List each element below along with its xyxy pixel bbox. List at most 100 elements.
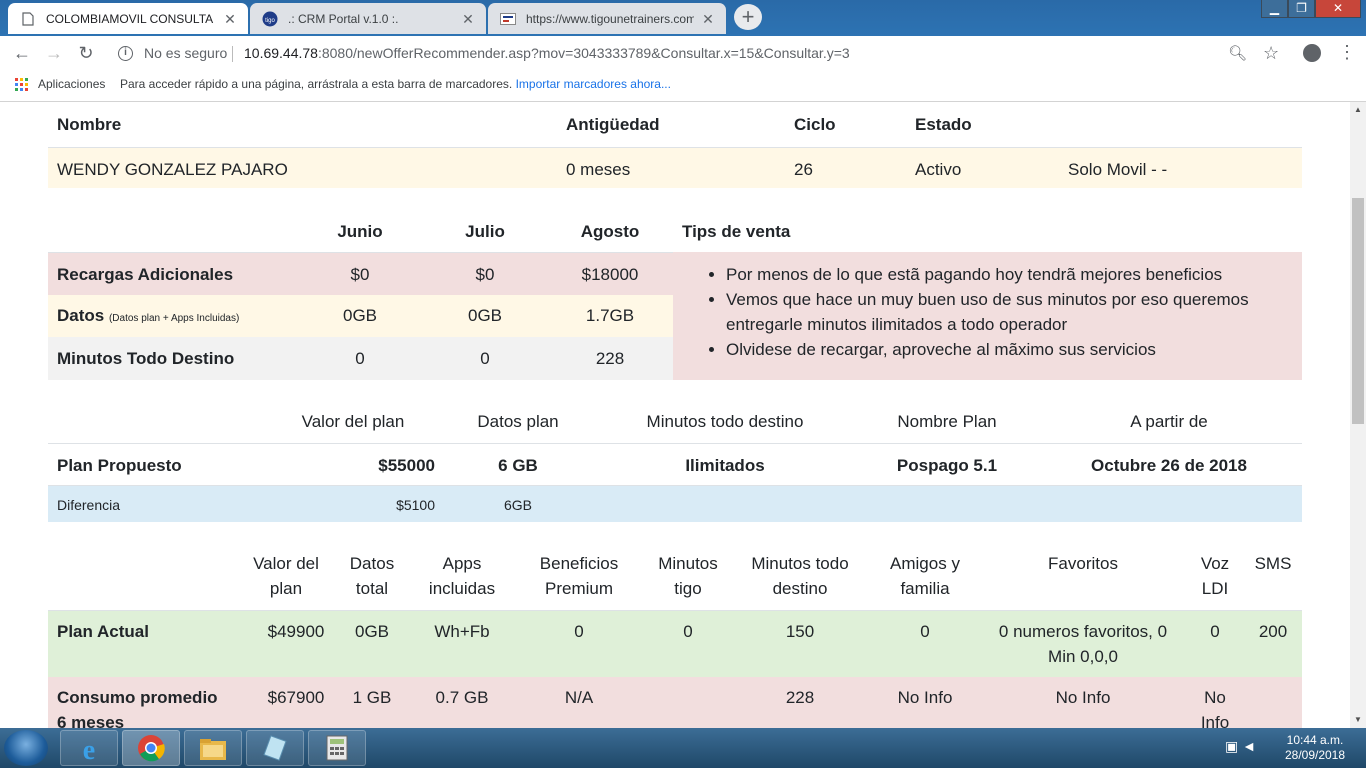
clock[interactable]: 10:44 a.m. 28/09/2018 [1270,733,1360,763]
header-line: Premium [544,579,613,598]
cell-sms: 200 [1258,622,1288,641]
reload-icon[interactable]: ↻ [73,41,99,65]
url-text[interactable]: 10.69.44.78:8080/newOfferRecommender.asp… [244,40,850,67]
bookmark-star-icon[interactable]: ☆ [1263,40,1279,67]
close-tab-icon[interactable]: ✕ [222,11,238,27]
proposal-header-row: Valor del plan Datos plan Minutos todo d… [48,401,1302,443]
cell-favorites: No Info [1055,688,1111,707]
cell-value: $0 [475,265,495,284]
cell-value: 0 [480,349,490,368]
document-icon [20,11,36,27]
calculator-app-icon[interactable] [308,730,366,766]
header-line: Apps [442,554,482,573]
proposal-row: Plan Propuesto $55000 6 GB Ilimitados Po… [48,443,1302,485]
close-tab-icon[interactable]: ✕ [460,11,476,27]
profile-avatar-icon[interactable] [1303,44,1321,62]
address-bar[interactable]: i No es seguro 10.69.44.78:8080/newOffer… [108,40,1298,67]
header-line: familia [900,579,950,598]
cell-data: 1 GB [352,688,392,707]
chrome-icon[interactable] [122,730,180,766]
row-label-text: Datos [57,306,105,325]
header-plan-data: Datos plan [477,412,559,431]
close-tab-icon[interactable]: ✕ [700,11,716,27]
close-window-button[interactable]: ✕ [1315,0,1361,18]
cell-tigo: 0 [683,622,693,641]
header-line: plan [269,579,303,598]
header-line: Minutos todo [751,554,849,573]
windows-taskbar: e ▣ ◄ 10:44 a.m. 28/09/2018 [0,728,1366,768]
tab-crm-portal[interactable]: tigo .: CRM Portal v.1.0 :. ✕ [250,3,486,34]
header-cycle: Ciclo [794,115,836,134]
tip-item: Olvidese de recargar, aproveche al mãxim… [726,337,1293,362]
header-premium: Beneficios Premium [524,551,634,601]
cell-value: $0 [350,265,370,284]
bookmarks-hint: Para acceder rápido a una página, arrást… [120,70,671,98]
apps-grid-icon[interactable] [15,78,28,91]
customer-cycle: 26 [794,160,813,179]
header-line: Beneficios [539,554,619,573]
minimize-button[interactable]: ▁ [1261,0,1288,18]
browser-toolbar: ← → ↻ i No es seguro 10.69.44.78:8080/ne… [0,36,1366,70]
network-icon[interactable]: ▣ [1225,738,1238,754]
header-tigo: Minutos tigo [648,551,728,601]
tip-item: Vemos que hace un muy buen uso de sus mi… [726,287,1293,337]
volume-icon[interactable]: ◄ [1242,738,1256,754]
tab-tigounetrainers[interactable]: https://www.tigounetrainers.com ✕ [488,3,726,34]
header-ldi: Voz LDI [1192,551,1238,601]
difference-row: Diferencia $5100 6GB [48,485,1302,522]
security-label[interactable]: No es seguro [144,40,227,67]
sales-tips-panel: Por menos de lo que estã pagando hoy ten… [673,252,1302,380]
page-scrollbar[interactable]: ▲ ▼ [1350,102,1366,728]
info-icon[interactable]: i [118,46,133,61]
cell-all: 228 [785,688,815,707]
divider [232,46,233,62]
cell-value: $18000 [581,265,639,284]
header-plan-from: A partir de [1130,412,1208,431]
customer-row: WENDY GONZALEZ PAJARO 0 meses 26 Activo … [48,147,1302,188]
cell-ldi: 0 [1210,622,1220,641]
new-tab-button[interactable]: + [734,4,762,30]
header-friends: Amigos y familia [875,551,975,601]
menu-icon[interactable]: ⋮ [1338,42,1356,63]
maximize-button[interactable]: ❐ [1288,0,1315,18]
cell-all: 150 [785,622,815,641]
customer-name: WENDY GONZALEZ PAJARO [57,160,288,179]
cell-ldi: No Info [1192,685,1238,728]
proposal-minutes: Ilimitados [685,456,765,475]
header-name: Nombre [57,115,122,134]
cell-value: 0 [355,349,365,368]
header-line: Valor del [253,554,319,573]
cell-value: 0GB [342,306,378,325]
import-bookmarks-link[interactable]: Importar marcadores ahora... [516,77,671,91]
tips-list: Por menos de lo que estã pagando hoy ten… [708,262,1293,362]
forward-arrow-icon[interactable]: → [41,41,67,65]
scrollbar-thumb[interactable] [1352,198,1364,424]
notes-app-icon[interactable] [246,730,304,766]
header-all: Minutos todo destino [740,551,860,601]
clock-time: 10:44 a.m. [1286,733,1344,747]
internet-explorer-icon[interactable]: e [60,730,118,766]
tab-title: https://www.tigounetrainers.com [526,11,694,26]
tab-colombiamovil[interactable]: COLOMBIAMOVIL CONSULTA IN ✕ [8,3,248,34]
zoom-icon[interactable]: 🔍︎ [1228,40,1247,67]
header-line: tigo [674,579,702,598]
proposal-value: $55000 [378,456,435,475]
scroll-up-icon[interactable]: ▲ [1350,102,1366,118]
svg-text:e: e [83,735,95,764]
header-line: Voz [1200,554,1230,573]
row-label: Consumo promedio 6 meses [57,685,218,728]
scroll-down-icon[interactable]: ▼ [1350,712,1366,728]
customer-status: Activo [915,160,962,179]
system-tray: ▣ ◄ [1225,738,1256,755]
file-explorer-icon[interactable] [184,730,242,766]
svg-text:tigo: tigo [265,18,275,24]
header-sms: SMS [1254,554,1292,573]
header-status: Estado [915,115,972,134]
apps-bookmark[interactable]: Aplicaciones [38,70,105,98]
browser-tab-strip: COLOMBIAMOVIL CONSULTA IN ✕ tigo .: CRM … [0,0,1366,36]
windows-start-icon[interactable] [4,730,48,766]
tab-title: COLOMBIAMOVIL CONSULTA IN [46,11,216,26]
row-label: Minutos Todo Destino [57,349,235,368]
usage-row-datos: Datos (Datos plan + Apps Incluidas) 0GB … [48,295,673,337]
back-arrow-icon[interactable]: ← [9,41,35,65]
